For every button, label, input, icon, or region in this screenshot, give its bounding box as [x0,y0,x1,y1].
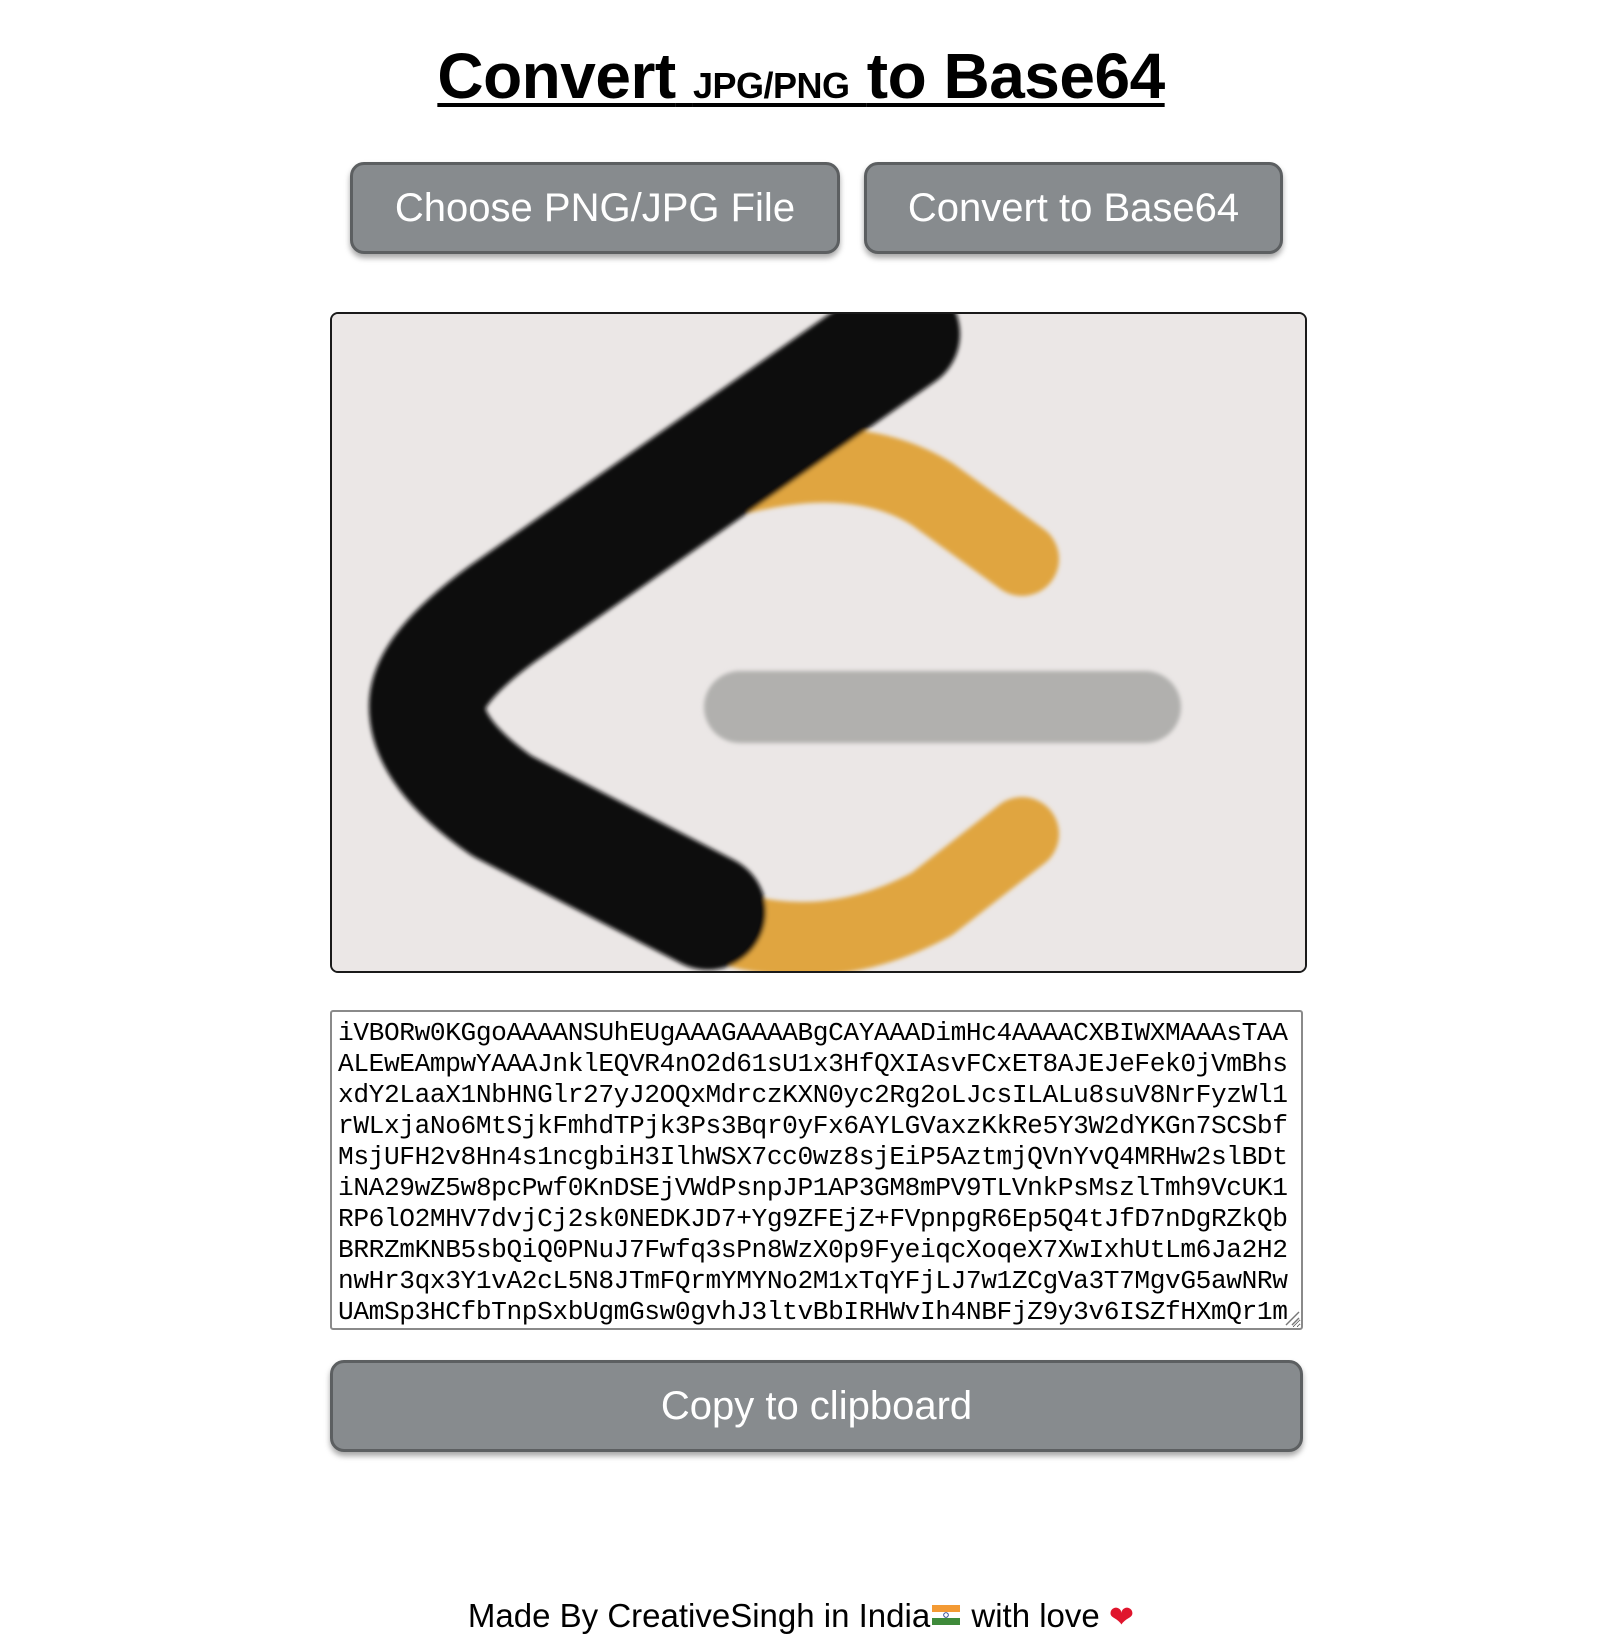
title-rest: to Base64 [866,40,1165,112]
page: Convert JPG/PNG to Base64 Choose PNG/JPG… [0,0,1602,1635]
page-title: Convert JPG/PNG to Base64 [0,36,1602,126]
copy-label: Copy to clipboard [660,1383,973,1428]
footer-text: Made By CreativeSingh in India [467,1597,931,1634]
resize-grip-icon[interactable] [1284,1310,1300,1326]
choose-file-button[interactable]: Choose PNG/JPG File [350,162,840,254]
base64-output[interactable]: iVBORw0KGgoAAAANSUhEUgAAAGAAAABgCAYAAADi… [330,1010,1303,1330]
title-main: Convert [437,40,676,112]
india-flag-icon [932,1605,961,1625]
choose-file-label: Choose PNG/JPG File [394,185,796,230]
title-format: JPG/PNG [692,65,850,106]
convert-button[interactable]: Convert to Base64 [864,162,1283,254]
copy-to-clipboard-button[interactable]: Copy to clipboard [330,1360,1303,1452]
leetcode-logo-image [332,314,1305,971]
image-preview [330,312,1307,973]
heart-icon: ❤ [1108,1600,1135,1635]
footer-text-love: with love [962,1597,1109,1634]
convert-label: Convert to Base64 [907,185,1240,230]
